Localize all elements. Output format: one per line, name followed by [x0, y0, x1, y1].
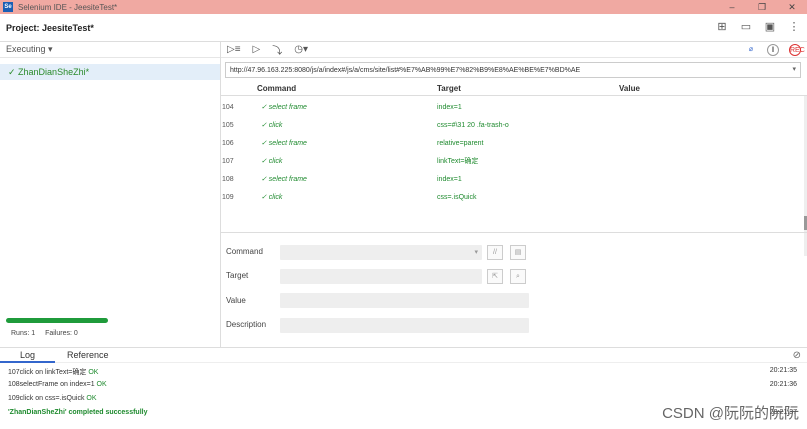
- row-number: 105: [222, 121, 234, 129]
- log-text: 108selectFrame on index=1: [8, 381, 97, 388]
- log-status: OK: [88, 369, 99, 376]
- row-command: ✓ click: [261, 122, 283, 129]
- failures-count: Failures: 0: [45, 330, 78, 337]
- command-editor: Command ▾ // ▤ Target ⇱ ⌕ Value Descript…: [221, 232, 807, 347]
- table-row[interactable]: 106 ✓ select frame relative=parent: [221, 134, 801, 152]
- row-target: css=.isQuick: [437, 193, 477, 201]
- row-number: 107: [222, 157, 234, 165]
- value-header: Value: [619, 84, 640, 93]
- target-input[interactable]: [280, 269, 482, 284]
- chevron-down-icon[interactable]: ▾: [792, 65, 796, 73]
- open-project-icon[interactable]: ▭: [739, 20, 753, 34]
- row-command: ✓ select frame: [261, 104, 307, 111]
- minimize-button[interactable]: –: [717, 0, 747, 14]
- run-current-test-icon[interactable]: ▷: [253, 44, 261, 55]
- tab-reference[interactable]: Reference: [55, 350, 121, 360]
- target-header: Target: [437, 84, 461, 93]
- log-timestamp: 20:21:35: [769, 367, 797, 374]
- target-label: Target: [226, 271, 249, 280]
- base-url-input[interactable]: http://47.96.163.225:8080/js/a/index#/js…: [225, 62, 801, 78]
- row-command: ✓ click: [261, 158, 283, 165]
- log-status: OK: [96, 381, 107, 388]
- command-label: Command: [226, 247, 263, 256]
- tab-log[interactable]: Log: [0, 347, 56, 363]
- test-sidebar: Executing ▾ ✓ ZhanDianSheZhi* Runs: 1 Fa…: [0, 42, 221, 347]
- log-status: OK: [86, 395, 97, 402]
- runs-count: Runs: 1: [11, 330, 36, 337]
- value-label: Value: [226, 296, 246, 305]
- description-input[interactable]: [280, 318, 529, 333]
- comment-toggle-button[interactable]: //: [487, 245, 503, 260]
- table-row[interactable]: 105 ✓ click css=#\31 20 .fa-trash-o: [221, 116, 801, 134]
- description-label: Description: [226, 320, 267, 329]
- row-target: index=1: [437, 103, 462, 111]
- command-table: 104 ✓ select frame index=1 105 ✓ click css=#…: [221, 98, 801, 206]
- window-title: Selenium IDE - JeesiteTest*: [18, 2, 118, 12]
- row-command: ✓ select frame: [261, 176, 307, 183]
- command-header: Command: [257, 84, 297, 93]
- table-header: Command Target Value: [221, 82, 807, 96]
- open-reference-button[interactable]: ▤: [510, 245, 526, 260]
- run-all-tests-icon[interactable]: ▷≡: [227, 44, 241, 55]
- log-text: 107click on linkText=确定: [8, 369, 89, 376]
- log-line: 107click on linkText=确定 OK 20:21:35: [0, 364, 807, 378]
- close-button[interactable]: ✕: [777, 0, 807, 14]
- executing-dropdown[interactable]: Executing ▾: [0, 42, 220, 58]
- row-target: index=1: [437, 175, 462, 183]
- row-command: ✓ click: [261, 194, 283, 201]
- test-item[interactable]: ✓ ZhanDianSheZhi*: [0, 64, 220, 80]
- project-title: Project: JeesiteTest*: [6, 22, 94, 33]
- select-target-button[interactable]: ⇱: [487, 269, 503, 284]
- restore-button[interactable]: ❐: [747, 0, 777, 14]
- table-row[interactable]: 109 ✓ click css=.isQuick: [221, 188, 801, 206]
- row-command: ✓ select frame: [261, 140, 307, 147]
- chevron-down-icon: ▾: [474, 249, 478, 256]
- clear-log-icon[interactable]: ⊘: [793, 350, 801, 361]
- row-target: relative=parent: [437, 139, 484, 147]
- record-icon[interactable]: REC: [789, 44, 805, 56]
- run-toolbar: ▷≡ ▷ ⤵ ◷▾: [221, 42, 807, 58]
- new-project-icon[interactable]: ⊞: [715, 20, 729, 34]
- progress-bar: [6, 318, 108, 323]
- table-row[interactable]: 107 ✓ click linkText=确定: [221, 152, 801, 170]
- value-input[interactable]: [280, 293, 529, 308]
- log-text: 109click on css=.isQuick: [8, 395, 87, 402]
- step-over-icon[interactable]: ⤵: [272, 42, 282, 57]
- command-select[interactable]: ▾: [280, 245, 482, 260]
- log-timestamp: 20:21:36: [769, 381, 797, 388]
- find-target-button[interactable]: ⌕: [510, 269, 526, 284]
- table-row[interactable]: 104 ✓ select frame index=1: [221, 98, 801, 116]
- save-project-icon[interactable]: ▣: [763, 20, 777, 34]
- main-panel: ▷≡ ▷ ⤵ ◷▾ ⌀ ǁ REC http://47.96.163.225:8…: [221, 42, 807, 347]
- pause-icon[interactable]: ǁ: [767, 44, 779, 56]
- title-bar: Se Selenium IDE - JeesiteTest* – ❐ ✕: [0, 0, 807, 14]
- speed-icon[interactable]: ◷▾: [294, 44, 308, 55]
- selenium-logo-icon: Se: [3, 2, 13, 12]
- row-number: 104: [222, 103, 234, 111]
- log-panel-tabs: Log Reference ⊘: [0, 347, 807, 363]
- log-line: 108selectFrame on index=1 OK 20:21:36: [0, 378, 807, 392]
- disable-breakpoints-icon[interactable]: ⌀: [745, 44, 757, 56]
- more-menu-icon[interactable]: ⋮: [787, 20, 801, 34]
- row-number: 108: [222, 175, 234, 183]
- row-target: linkText=确定: [437, 158, 479, 165]
- log-text: 'ZhanDianSheZhi' completed successfully: [8, 409, 148, 416]
- project-bar: Project: JeesiteTest* ⊞ ▭ ▣ ⋮: [0, 14, 807, 42]
- watermark: CSDN @阮阮的阮阮: [662, 405, 799, 422]
- row-target: css=#\31 20 .fa-trash-o: [437, 121, 509, 129]
- row-number: 109: [222, 193, 234, 201]
- url-text: http://47.96.163.225:8080/js/a/index#/js…: [230, 66, 581, 74]
- row-number: 106: [222, 139, 234, 147]
- table-row[interactable]: 108 ✓ select frame index=1: [221, 170, 801, 188]
